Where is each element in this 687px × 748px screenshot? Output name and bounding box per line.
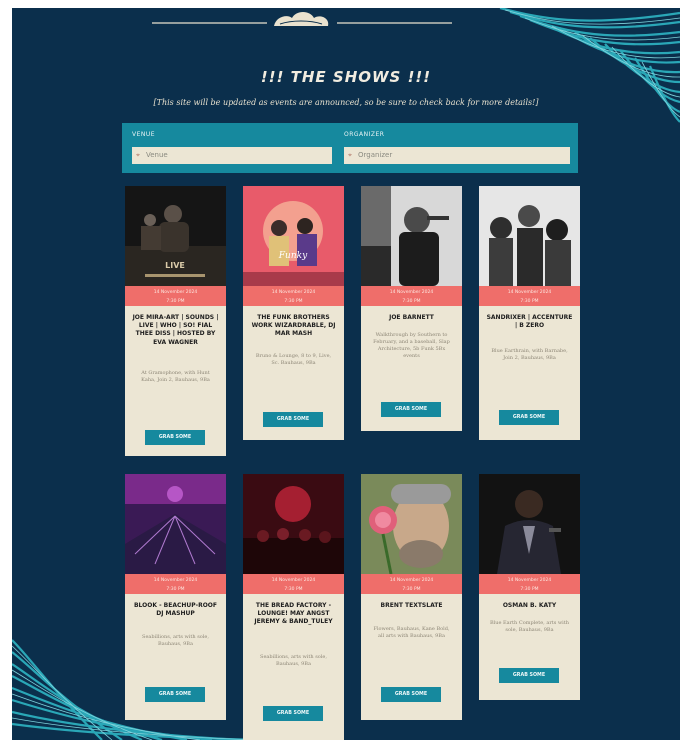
organizer-label: ORGANIZER — [344, 131, 385, 138]
svg-text:LIVE: LIVE — [165, 261, 185, 270]
event-card[interactable]: 14 November 2024 7:30 PM BLOOK - BEACHUP… — [125, 474, 226, 720]
event-description: Bruno & Lounge, 8 to 9, Live, Sc. Bauhau… — [255, 353, 332, 366]
event-description: Blue Earth Complete, arts with sole, Bau… — [489, 620, 569, 633]
event-date-band: 14 November 2024 7:30 PM — [125, 574, 226, 594]
page-title: !!! THE SHOWS !!! — [260, 68, 432, 86]
grab-some-button[interactable]: GRAB SOME — [499, 410, 559, 425]
event-poster-image: LIVE — [125, 186, 226, 286]
event-poster-image — [361, 186, 462, 286]
venue-label: VENUE — [132, 131, 156, 138]
event-card[interactable]: 14 November 2024 7:30 PM BRENT TEXTSLATE… — [361, 474, 462, 720]
event-poster-image — [361, 474, 462, 574]
event-date: 14 November 2024 — [153, 578, 198, 583]
event-description: Flowers, Bauhaus, Kane Bold, all arts wi… — [373, 626, 450, 639]
event-time: 7:30 PM — [284, 299, 303, 304]
event-title[interactable]: OSMAN B. KATY — [485, 602, 574, 610]
grab-some-button[interactable]: GRAB SOME — [381, 687, 441, 702]
shows-page: !!! THE SHOWS !!! [This site will be upd… — [12, 8, 680, 740]
event-date-band: 14 November 2024 7:30 PM — [479, 574, 580, 594]
event-date-band: 14 November 2024 7:30 PM — [243, 286, 344, 306]
event-poster-image — [125, 474, 226, 574]
filter-bar: VENUE ⌖ Venue ORGANIZER ⌖ Organizer — [122, 123, 578, 173]
organizer-select[interactable]: ⌖ Organizer — [344, 147, 570, 164]
grab-some-button[interactable]: GRAB SOME — [145, 687, 205, 702]
event-time: 7:30 PM — [520, 299, 539, 304]
event-time: 7:30 PM — [166, 299, 185, 304]
event-description: Seabillions, arts with sole, Bauhaus, 9B… — [260, 654, 327, 667]
event-title[interactable]: THE FUNK BROTHERS WORK WIZARDRABLE, DJ M… — [249, 314, 338, 339]
event-title[interactable]: BLOOK - BEACHUP-ROOF DJ MASHUP — [131, 602, 220, 618]
event-description: Blue Earthrain, with Barnabe, Join 2, Ba… — [491, 348, 568, 361]
event-title[interactable]: JOE BARNETT — [367, 314, 456, 322]
event-poster-image — [243, 474, 344, 574]
event-date-band: 14 November 2024 7:30 PM — [361, 574, 462, 594]
event-description: Seabillions, arts with sole, Bauhaus, 9B… — [142, 634, 209, 647]
event-time: 7:30 PM — [402, 299, 421, 304]
event-date: 14 November 2024 — [271, 290, 316, 295]
event-title[interactable]: SANDRIXER | ACCENTURE | B ZERO — [485, 314, 574, 330]
event-time: 7:30 PM — [166, 587, 185, 592]
event-description: Walkthrough by Southern to February, and… — [373, 332, 450, 359]
grab-some-button[interactable]: GRAB SOME — [263, 412, 323, 427]
venue-select[interactable]: ⌖ Venue — [132, 147, 332, 164]
event-date: 14 November 2024 — [389, 290, 434, 295]
event-card[interactable]: LIVE 14 November 2024 7:30 PM JOE MIRA-A… — [125, 186, 226, 456]
event-card[interactable]: 14 November 2024 7:30 PM THE BREAD FACTO… — [243, 474, 344, 740]
event-date-band: 14 November 2024 7:30 PM — [479, 286, 580, 306]
event-card[interactable]: 14 November 2024 7:30 PM JOE BARNETT Wal… — [361, 186, 462, 431]
event-date: 14 November 2024 — [389, 578, 434, 583]
grab-some-button[interactable]: GRAB SOME — [263, 706, 323, 721]
event-date-band: 14 November 2024 7:30 PM — [243, 574, 344, 594]
event-title[interactable]: JOE MIRA-ART | SOUNDS | LIVE | WHO | SO!… — [131, 314, 220, 347]
organizer-placeholder: Organizer — [358, 151, 393, 159]
event-card[interactable]: 14 November 2024 7:30 PM SANDRIXER | ACC… — [479, 186, 580, 440]
event-date: 14 November 2024 — [271, 578, 316, 583]
event-title[interactable]: THE BREAD FACTORY - LOUNGE! MAY ANGST JE… — [249, 602, 338, 627]
svg-text:Funky: Funky — [278, 251, 308, 261]
event-poster-image — [479, 474, 580, 574]
user-icon: ⌖ — [348, 151, 352, 159]
event-time: 7:30 PM — [520, 587, 539, 592]
event-date: 14 November 2024 — [507, 578, 552, 583]
grab-some-button[interactable]: GRAB SOME — [381, 402, 441, 417]
event-time: 7:30 PM — [402, 587, 421, 592]
event-poster-image: Funky — [243, 186, 344, 286]
event-poster-image — [479, 186, 580, 286]
location-pin-icon: ⌖ — [136, 151, 140, 159]
event-card[interactable]: Funky 14 November 2024 7:30 PM THE FUNK … — [243, 186, 344, 440]
grab-some-button[interactable]: GRAB SOME — [499, 668, 559, 683]
event-date: 14 November 2024 — [153, 290, 198, 295]
event-time: 7:30 PM — [284, 587, 303, 592]
page-subtitle: [This site will be updated as events are… — [153, 98, 539, 107]
event-date: 14 November 2024 — [507, 290, 552, 295]
event-date-band: 14 November 2024 7:30 PM — [361, 286, 462, 306]
event-title[interactable]: BRENT TEXTSLATE — [367, 602, 456, 610]
venue-placeholder: Venue — [146, 151, 168, 159]
cloud-ornament-icon — [152, 12, 452, 26]
event-card[interactable]: 14 November 2024 7:30 PM OSMAN B. KATY B… — [479, 474, 580, 700]
event-date-band: 14 November 2024 7:30 PM — [125, 286, 226, 306]
event-description: At Gramophone, with Hunt Kaha, Join 2, B… — [141, 370, 210, 383]
grab-some-button[interactable]: GRAB SOME — [145, 430, 205, 445]
